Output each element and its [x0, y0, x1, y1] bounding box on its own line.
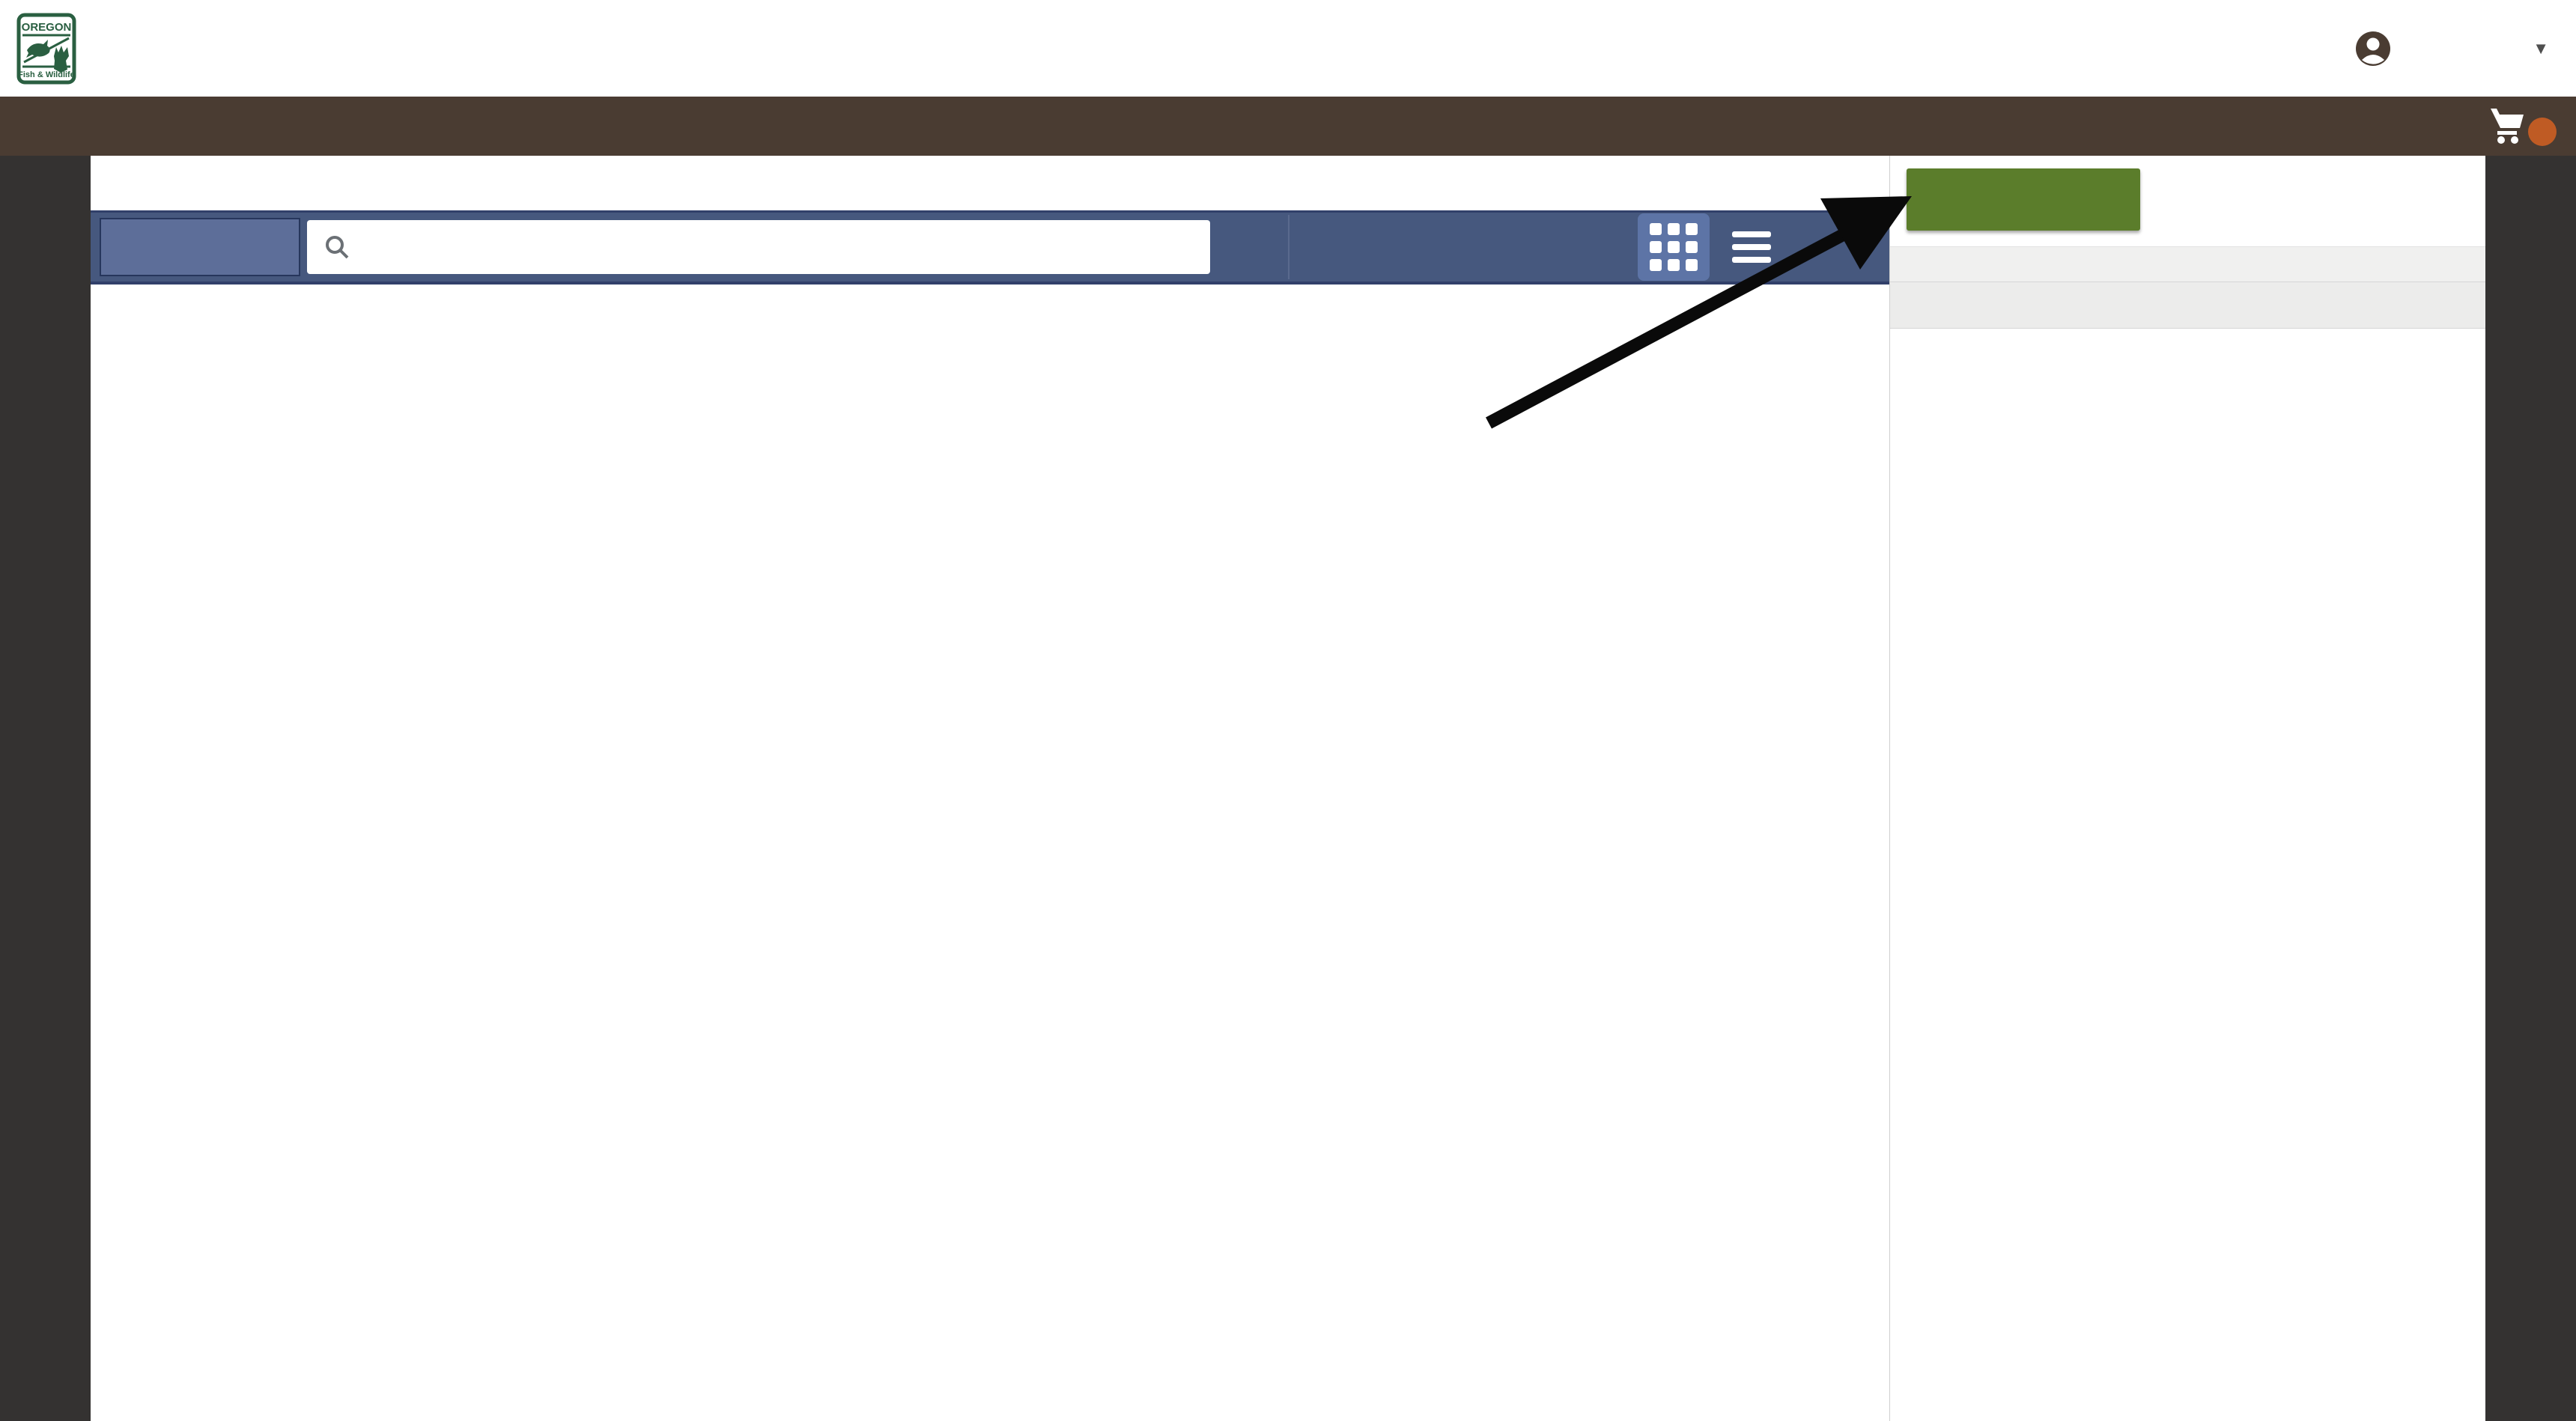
cart-button[interactable] — [2488, 104, 2557, 146]
header-nav: ▼ — [2267, 31, 2576, 66]
search-icon — [323, 234, 350, 261]
grid-view-icon — [1650, 223, 1698, 271]
filter-divider — [1288, 215, 1289, 279]
cart-subtotal — [1890, 282, 2485, 329]
search-input[interactable] — [361, 234, 1185, 260]
cart-count-badge — [2528, 118, 2557, 146]
svg-text:OREGON: OREGON — [22, 21, 72, 34]
search-box — [307, 220, 1210, 274]
top-header: OREGON Fish & Wildlife ▼ — [0, 0, 2576, 97]
secondary-bar — [0, 97, 2576, 156]
filter-bar — [91, 210, 1889, 284]
proceed-to-checkout-button[interactable] — [1907, 168, 2140, 231]
list-view-icon — [1732, 231, 1771, 237]
account-chevron-down-icon[interactable]: ▼ — [2533, 39, 2549, 58]
cart-header — [1890, 246, 2485, 282]
cart-actions — [1890, 156, 2485, 246]
breadcrumb — [91, 156, 1889, 210]
odfw-licensing-app: OREGON Fish & Wildlife ▼ — [0, 0, 2576, 1421]
cart-panel — [1889, 156, 2485, 1421]
odfw-logo-icon: OREGON Fish & Wildlife — [16, 13, 76, 85]
account-icon[interactable] — [2356, 31, 2390, 66]
category-dropdown[interactable] — [100, 218, 300, 276]
list-view-button[interactable] — [1732, 231, 1771, 263]
cart-icon — [2488, 104, 2527, 146]
grid-view-button[interactable] — [1638, 213, 1710, 281]
svg-text:Fish & Wildlife: Fish & Wildlife — [18, 70, 75, 79]
main-content — [91, 156, 1889, 1421]
